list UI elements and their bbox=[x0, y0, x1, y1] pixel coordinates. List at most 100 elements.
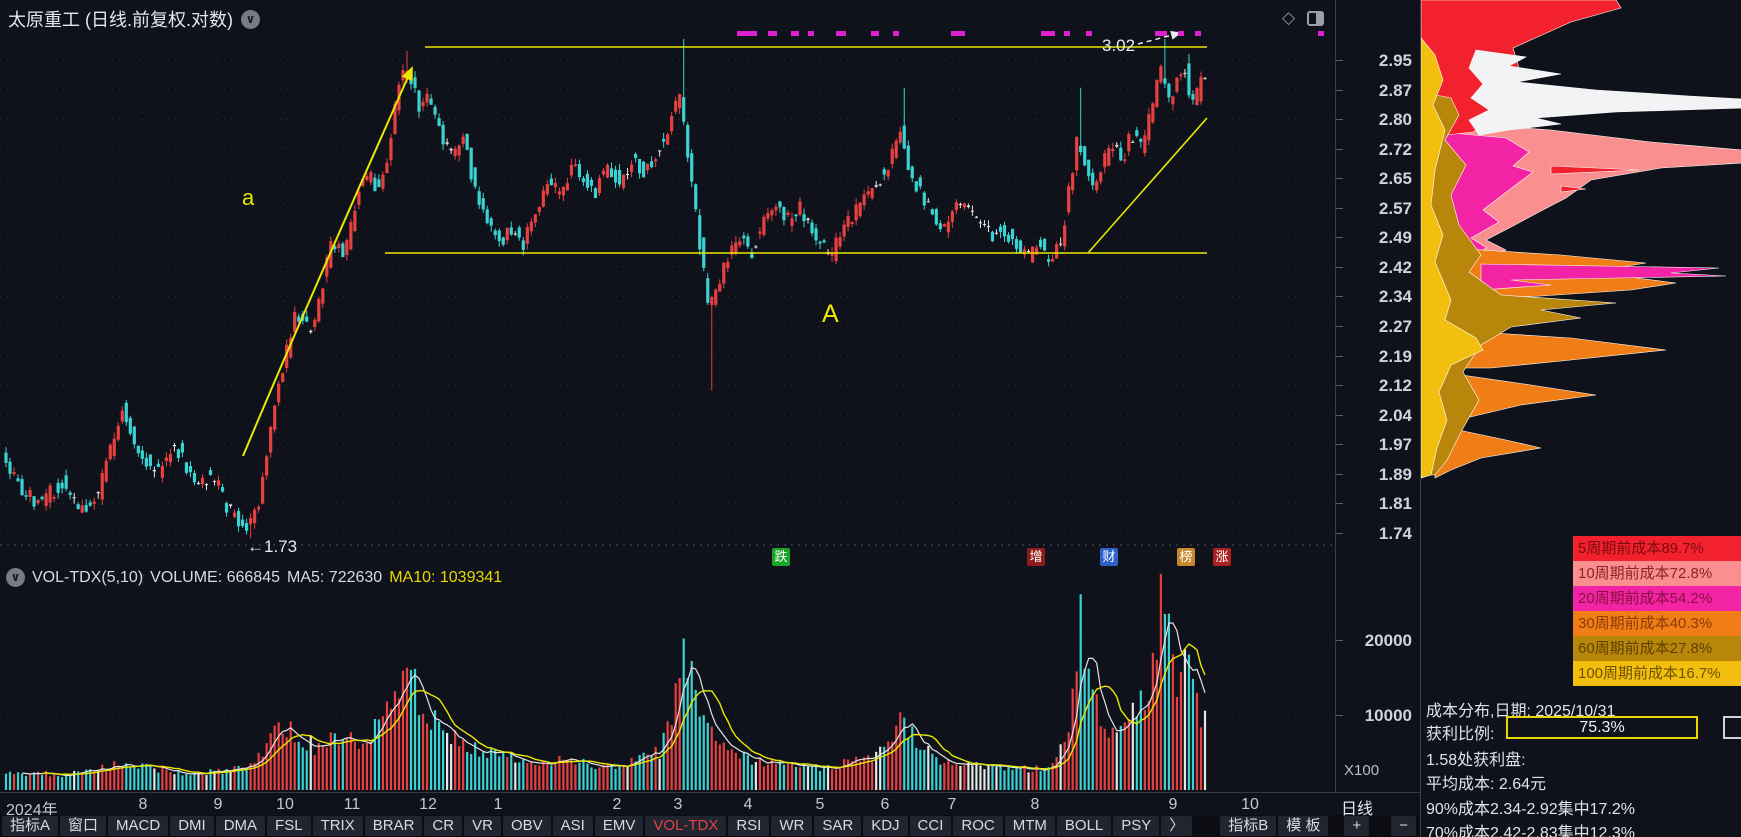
toolbar-item-mtm[interactable]: MTM bbox=[1004, 816, 1055, 836]
high-price-label: 3.02 bbox=[1102, 36, 1135, 55]
toolbar-item-〉[interactable]: 〉 bbox=[1161, 816, 1193, 836]
signal-dash bbox=[871, 31, 879, 36]
toolbar-item-dma[interactable]: DMA bbox=[215, 816, 266, 836]
event-marker-榜[interactable]: 榜 bbox=[1177, 548, 1195, 566]
signal-dash bbox=[951, 31, 965, 36]
volume-ma5-line bbox=[21, 622, 1206, 777]
price-axis-label: 2.57 bbox=[1378, 198, 1412, 218]
event-marker-跌[interactable]: 跌 bbox=[772, 548, 790, 566]
candlestick-chart[interactable]: a A 3.02 ←1.73 bbox=[0, 0, 1335, 792]
toolbar-item-fsl[interactable]: FSL bbox=[267, 816, 311, 836]
cost-layer-white-spikes bbox=[1468, 49, 1741, 136]
axis-tick bbox=[1336, 237, 1343, 239]
cost-legend-row: 30周期前成本40.3% bbox=[1573, 611, 1741, 636]
cost-90-line: 90%成本2.34-2.92集中17.2% bbox=[1426, 801, 1636, 818]
volume-indicator-label: VOL-TDX(5,10) bbox=[32, 568, 144, 586]
toolbar-item-zoom-in[interactable]: + bbox=[1344, 816, 1370, 836]
low-price-label: ←1.73 bbox=[247, 537, 297, 556]
chevron-down-icon[interactable]: ∨ bbox=[6, 568, 25, 587]
cost-legend-row: 5周期前成本89.7% bbox=[1573, 536, 1741, 561]
axis-tick bbox=[1336, 60, 1343, 61]
axis-tick bbox=[1336, 178, 1343, 180]
timeline-label: 3 bbox=[673, 796, 683, 813]
price-axis-label: 2.12 bbox=[1378, 376, 1412, 396]
toolbar-item-dmi[interactable]: DMI bbox=[170, 816, 214, 836]
profit-ratio-box-fragment bbox=[1723, 716, 1741, 739]
volume-axis-label: 20000 bbox=[1364, 631, 1412, 650]
toolbar-item-wr[interactable]: WR bbox=[771, 816, 813, 836]
timeline-label: 7 bbox=[947, 796, 957, 813]
toolbar-item-macd[interactable]: MACD bbox=[108, 816, 169, 836]
toolbar-item-sar[interactable]: SAR bbox=[814, 816, 862, 836]
cost-legend-row: 100周期前成本16.7% bbox=[1573, 661, 1741, 686]
signal-dash bbox=[893, 31, 899, 36]
toolbar-item-zoom-out[interactable]: − bbox=[1391, 816, 1416, 836]
volume-value: VOLUME: 666845 bbox=[150, 568, 280, 586]
toolbar-item-rsi[interactable]: RSI bbox=[728, 816, 770, 836]
signal-dash bbox=[1178, 31, 1184, 36]
volume-pane-header: ∨ VOL-TDX(5,10) VOLUME: 666845 MA5: 7226… bbox=[6, 568, 502, 587]
timeline-label: 6 bbox=[880, 796, 890, 813]
price-axis-label: 1.89 bbox=[1378, 464, 1412, 484]
panel-layout-icon[interactable] bbox=[1307, 10, 1325, 26]
price-axis-label: 1.97 bbox=[1378, 435, 1412, 455]
price-axis-label: 2.27 bbox=[1378, 317, 1412, 337]
toolbar-item-指标a[interactable]: 指标A bbox=[2, 816, 59, 836]
toolbar-item-trix[interactable]: TRIX bbox=[312, 816, 363, 836]
toolbar-item-boll[interactable]: BOLL bbox=[1056, 816, 1112, 836]
cost-legend-row: 60周期前成本27.8% bbox=[1573, 636, 1741, 661]
toolbar-item-template[interactable]: 模 板 bbox=[1278, 816, 1329, 836]
volume-unit-label: X100 bbox=[1344, 762, 1380, 779]
app-window: { "window": { "title": "太原重工 (日线.前复权.对数)… bbox=[0, 0, 1741, 837]
axis-tick bbox=[1336, 503, 1343, 505]
toolbar-item-brar[interactable]: BRAR bbox=[364, 816, 423, 836]
signal-dash bbox=[1155, 31, 1167, 36]
timeline-label: 2 bbox=[612, 796, 622, 813]
toolbar-item-cr[interactable]: CR bbox=[424, 816, 463, 836]
toolbar-item-窗口[interactable]: 窗口 bbox=[60, 816, 107, 836]
profit-ratio-value: 75.3% bbox=[1506, 716, 1698, 739]
toolbar-item-vol-tdx[interactable]: VOL-TDX bbox=[645, 816, 727, 836]
signal-dash bbox=[836, 31, 846, 36]
price-axis-label: 2.80 bbox=[1378, 110, 1412, 130]
toolbar-item-indicator-b[interactable]: 指标B bbox=[1220, 816, 1277, 836]
timeline-label: 1 bbox=[493, 796, 503, 813]
event-marker-增[interactable]: 增 bbox=[1027, 548, 1045, 566]
price-axis-label: 2.19 bbox=[1378, 346, 1412, 366]
toolbar-item-psy[interactable]: PSY bbox=[1113, 816, 1160, 836]
price-axis-label: 2.87 bbox=[1378, 80, 1412, 100]
price-axis-label: 2.72 bbox=[1378, 139, 1412, 159]
profit-at-price-line: 1.58处获利盘: bbox=[1426, 752, 1526, 769]
timeline-axis[interactable]: 2024年 8 9 10 11 12 1 2 3 4 5 6 7 8 9 10 bbox=[0, 792, 1420, 819]
toolbar-item-obv[interactable]: OBV bbox=[502, 816, 551, 836]
axis-tick bbox=[1336, 473, 1343, 475]
timeline-label: 12 bbox=[419, 796, 437, 813]
event-marker-财[interactable]: 财 bbox=[1100, 548, 1118, 566]
toolbar-item-vr[interactable]: VR bbox=[464, 816, 501, 836]
timeline-label: 9 bbox=[1168, 796, 1178, 813]
timeline-label: 11 bbox=[343, 796, 361, 813]
signal-dash bbox=[1064, 31, 1070, 36]
toolbar-item-cci[interactable]: CCI bbox=[909, 816, 952, 836]
average-cost-line: 平均成本: 2.64元 bbox=[1426, 776, 1547, 793]
cost-distribution-chart bbox=[1421, 0, 1741, 479]
timeline-label: 9 bbox=[213, 796, 223, 813]
toolbar-item-asi[interactable]: ASI bbox=[552, 816, 593, 836]
cost-70-line: 70%成本2.42-2.83集中12.3% bbox=[1426, 825, 1636, 837]
toolbar-item-roc[interactable]: ROC bbox=[953, 816, 1003, 836]
period-label[interactable]: 日线 bbox=[1341, 795, 1373, 819]
signal-dash bbox=[1318, 31, 1324, 36]
toolbar-item-emv[interactable]: EMV bbox=[594, 816, 644, 836]
signal-dash bbox=[1041, 31, 1055, 36]
price-axis: X100 2.95 2.87 2.80 2.72 2.65 2.57 2.49 2.42 2.3… bbox=[1335, 0, 1420, 792]
event-marker-涨[interactable]: 涨 bbox=[1213, 548, 1231, 566]
axis-tick bbox=[1336, 444, 1343, 446]
timeline-label: 4 bbox=[743, 796, 753, 813]
price-axis-label: 2.65 bbox=[1378, 169, 1412, 189]
indicator-toolbar: 指标A 窗口 MACD DMI DMA FSL TRIX BRAR CR VR OBV ASI EMV V… bbox=[0, 815, 1420, 837]
timeline-label: 10 bbox=[1241, 796, 1259, 813]
toolbar-item-kdj[interactable]: KDJ bbox=[863, 816, 908, 836]
chart-corner-icons: ◇ bbox=[1282, 8, 1325, 28]
chevron-down-icon[interactable]: ∨ bbox=[241, 9, 260, 29]
diamond-icon[interactable]: ◇ bbox=[1282, 8, 1295, 28]
